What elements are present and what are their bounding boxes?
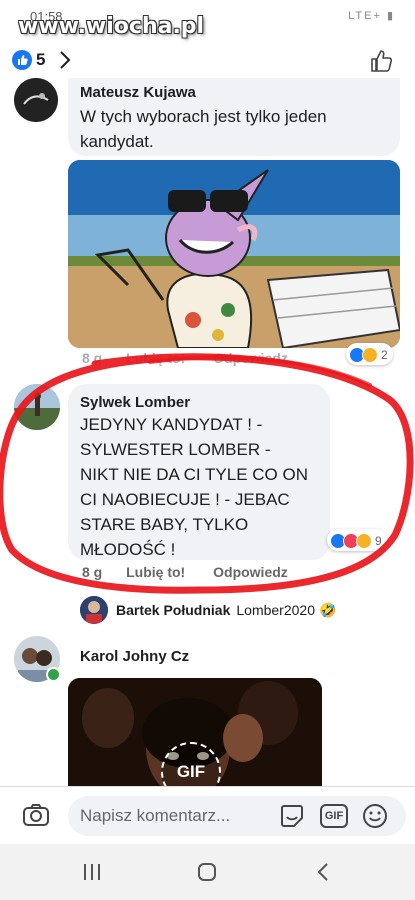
system-nav-bar (0, 844, 415, 900)
comment-text: JEDYNY KANDYDAT ! - SYLWESTER LOMBER - N… (80, 412, 330, 562)
back-icon[interactable] (314, 862, 334, 882)
comment-line: MŁODOŚĆ ! (80, 540, 176, 559)
sticker-icon[interactable] (278, 802, 306, 830)
like-link[interactable]: Lubię to! (126, 350, 185, 366)
reaction-count: 9 (375, 534, 382, 548)
comment-time: 8 g (82, 564, 103, 580)
avatar[interactable] (14, 78, 58, 122)
reaction-count: 2 (381, 348, 388, 362)
chevron-right-icon[interactable] (58, 49, 72, 71)
avatar[interactable] (14, 384, 60, 430)
comment-actions: 8 g Lubię to! Odpowiedz (82, 350, 312, 366)
reply-author[interactable]: Bartek Południak (116, 602, 230, 618)
comment-author[interactable]: Karol Johny Cz (80, 648, 189, 665)
online-indicator (46, 667, 61, 682)
comment-actions: 8 g Lubię to! Odpowiedz (82, 564, 312, 580)
comment-author[interactable]: Mateusz Kujawa (80, 84, 196, 101)
comment-image[interactable] (68, 160, 400, 348)
comment-line: JEDYNY KANDYDAT ! - (80, 415, 263, 434)
recents-icon[interactable] (82, 862, 102, 882)
haha-reaction-icon (356, 533, 372, 549)
watermark: www.wiocha.pl (18, 14, 205, 39)
gif-button[interactable]: GIF (320, 804, 348, 828)
gif-attachment[interactable]: GIF (68, 678, 322, 786)
comment-author[interactable]: Sylwek Lomber (80, 394, 190, 411)
haha-reaction-icon (362, 347, 378, 363)
avatar[interactable] (80, 596, 108, 624)
comment-bubble: Sylwek Lomber JEDYNY KANDYDAT ! - SYLWES… (68, 384, 330, 560)
reply-text: Lomber2020 (236, 602, 315, 618)
comment-line: CI NAOBIECUJE ! - JEBAC (80, 490, 290, 509)
reply-link[interactable]: Odpowiedz (213, 350, 288, 366)
like-link[interactable]: Lubię to! (126, 564, 185, 580)
reply-link[interactable]: Odpowiedz (213, 564, 288, 580)
comment-reactions[interactable]: 2 (346, 343, 393, 365)
camera-icon[interactable] (22, 802, 50, 828)
comment-reactions[interactable]: 9 (327, 529, 387, 551)
comment-text: W tych wyborach jest tylko jeden kandyda… (80, 104, 327, 154)
like-reaction-icon[interactable] (12, 50, 32, 70)
comment-line: STARE BABY, TYLKO (80, 515, 249, 534)
like-count[interactable]: 5 (36, 50, 45, 70)
comment-input[interactable]: Napisz komentarz... (68, 796, 406, 836)
comment-line: kandydat. (80, 132, 154, 151)
comment-line: NIKT NIE DA CI TYLE CO ON (80, 465, 308, 484)
comment-time: 8 g (82, 350, 103, 366)
comment-line: W tych wyborach jest tylko jeden (80, 107, 327, 126)
comment-bubble: Mateusz Kujawa W tych wyborach jest tylk… (68, 78, 400, 156)
home-icon[interactable] (197, 862, 217, 882)
rofl-emoji: 🤣 (319, 601, 337, 618)
emoji-icon[interactable] (362, 803, 388, 829)
comment-line: SYLWESTER LOMBER - (80, 440, 271, 459)
reply-row[interactable]: Bartek Południak Lomber2020 🤣 (80, 596, 336, 624)
like-outline-icon[interactable] (369, 48, 395, 74)
status-icons: LTE+ ▮ (348, 10, 395, 22)
comment-composer: Napisz komentarz... GIF (0, 786, 415, 844)
